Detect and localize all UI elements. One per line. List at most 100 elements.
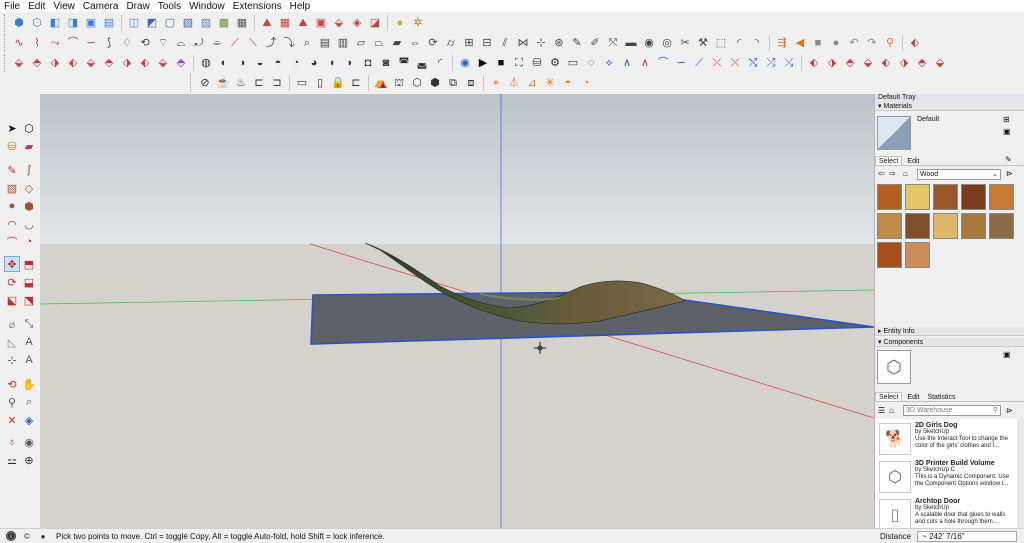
tab-select[interactable]: Select bbox=[875, 156, 903, 165]
material-swatch[interactable] bbox=[961, 213, 986, 239]
box-stretch-icon[interactable]: ▥ bbox=[335, 35, 351, 51]
material-swatch[interactable] bbox=[877, 184, 902, 210]
vray-spot-icon[interactable]: ◜ bbox=[432, 55, 448, 71]
material-swatch[interactable] bbox=[961, 184, 986, 210]
back-edges-icon[interactable]: ◩ bbox=[144, 15, 160, 31]
diag-tool-icon[interactable]: ⤭ bbox=[745, 55, 761, 71]
geo-location-icon[interactable]: ● bbox=[392, 15, 408, 31]
paint-bucket-icon[interactable]: ⛁ bbox=[529, 55, 545, 71]
push-pull-icon[interactable]: ⬒ bbox=[21, 256, 37, 272]
teapot-icon[interactable]: ☕ bbox=[215, 75, 231, 91]
curve-tool-icon[interactable]: ∽ bbox=[673, 55, 689, 71]
material-swatch[interactable] bbox=[933, 184, 958, 210]
component-list-scrollbar[interactable] bbox=[1017, 419, 1024, 528]
toolbar-grip[interactable] bbox=[190, 74, 193, 92]
section-icon[interactable]: ⊏ bbox=[251, 75, 267, 91]
inflate-icon[interactable]: ◉ bbox=[641, 35, 657, 51]
3d-text-tool-icon[interactable]: A bbox=[21, 352, 37, 368]
monochrome-icon[interactable]: ▦ bbox=[234, 15, 250, 31]
vray-sphere-icon[interactable]: ◗ bbox=[342, 55, 358, 71]
top-view-icon[interactable]: ⬡ bbox=[29, 15, 45, 31]
stretch-icon[interactable]: ⇔ bbox=[407, 35, 423, 51]
details-menu-icon[interactable]: ⊳ bbox=[1006, 406, 1013, 415]
layer-red-icon[interactable]: ⬗ bbox=[824, 55, 840, 71]
plugin-e-icon[interactable]: ⬙ bbox=[83, 55, 99, 71]
vray-dome-icon[interactable]: ◙ bbox=[378, 55, 394, 71]
pencil-tool-icon[interactable]: ⟋ bbox=[691, 55, 707, 71]
polyline-icon[interactable]: ⌇ bbox=[29, 35, 45, 51]
radial-bend-icon[interactable]: ⌕ bbox=[299, 35, 315, 51]
skin-icon[interactable]: ⌓ bbox=[173, 35, 189, 51]
menu-file[interactable]: File bbox=[4, 1, 20, 12]
polygon-icon[interactable]: ⬢ bbox=[21, 198, 37, 214]
paint-bucket-icon[interactable]: ⛁ bbox=[4, 138, 20, 154]
menu-draw[interactable]: Draw bbox=[126, 1, 149, 12]
artisan-paint-icon[interactable]: ✎ bbox=[569, 35, 585, 51]
plugin-g-icon[interactable]: ⬗ bbox=[119, 55, 135, 71]
cross-tool-icon[interactable]: ⤬ bbox=[727, 55, 743, 71]
soft-select-icon[interactable]: ⊛ bbox=[551, 35, 567, 51]
entity-info-header[interactable]: ▸ Entity Info bbox=[875, 327, 1024, 336]
flip-edge-icon[interactable]: ◪ bbox=[367, 15, 383, 31]
walkthrough-icon[interactable]: ⚲ bbox=[882, 35, 898, 51]
frame-buffer-icon[interactable]: ▭ bbox=[565, 55, 581, 71]
menu-view[interactable]: View bbox=[53, 1, 75, 12]
shaded-icon[interactable]: ▨ bbox=[198, 15, 214, 31]
credits-icon[interactable]: © bbox=[22, 531, 32, 541]
default-material-icon[interactable]: ▣ bbox=[1003, 127, 1013, 137]
material-swatch[interactable] bbox=[933, 213, 958, 239]
bevel-icon[interactable]: ◝ bbox=[749, 35, 765, 51]
3d-text-icon[interactable]: ⬖ bbox=[806, 55, 822, 71]
pan-hand-icon[interactable]: ✋ bbox=[21, 376, 37, 392]
position-camera-icon[interactable]: ♁ bbox=[4, 434, 20, 450]
flatten-icon[interactable]: ▬ bbox=[623, 35, 639, 51]
select-tool-icon[interactable]: ➤ bbox=[4, 120, 20, 136]
material-swatch[interactable] bbox=[877, 242, 902, 268]
divider-icon[interactable]: ♢ bbox=[119, 35, 135, 51]
material-swatch[interactable] bbox=[905, 242, 930, 268]
shear-icon[interactable]: ▱ bbox=[353, 35, 369, 51]
drape-icon[interactable]: ⬙ bbox=[331, 15, 347, 31]
tube-icon[interactable]: ⌭ bbox=[443, 35, 459, 51]
look-around-icon[interactable]: ◉ bbox=[21, 434, 37, 450]
layer-manager-icon[interactable]: ⧉ bbox=[445, 75, 461, 91]
chrome-ball-icon[interactable]: ◉ bbox=[457, 55, 473, 71]
planar-shear-icon[interactable]: ▰ bbox=[389, 35, 405, 51]
spline-icon[interactable]: ⤳ bbox=[47, 35, 63, 51]
flip-tool-icon[interactable]: ⌒ bbox=[655, 55, 671, 71]
plugin-j-icon[interactable]: ⬘ bbox=[173, 55, 189, 71]
twist-icon[interactable]: ⤵ bbox=[281, 35, 297, 51]
location-icon[interactable]: ⊿ bbox=[524, 75, 540, 91]
bezier-curve-icon[interactable]: ∿ bbox=[11, 35, 27, 51]
vray-options-icon[interactable]: ◑ bbox=[234, 55, 250, 71]
knife-icon[interactable]: ⫽ bbox=[497, 35, 513, 51]
list-item[interactable]: ▯ Archtop Door by SketchUp A scalable do… bbox=[879, 498, 1017, 528]
lock-open-icon[interactable]: ⊏ bbox=[348, 75, 364, 91]
plugin-d-icon[interactable]: ⬖ bbox=[65, 55, 81, 71]
comp-tab-select[interactable]: Select bbox=[875, 392, 903, 401]
render-region-icon[interactable]: ⛶ bbox=[511, 55, 527, 71]
forward-arrow-icon[interactable]: ⇨ bbox=[889, 169, 896, 178]
menu-help[interactable]: Help bbox=[290, 1, 311, 12]
tab-edit[interactable]: Edit bbox=[904, 157, 922, 166]
wireframe-icon[interactable]: ▢ bbox=[162, 15, 178, 31]
tape-measure-icon[interactable]: ⌀ bbox=[4, 316, 20, 332]
edit-curve-icon[interactable]: ⟍ bbox=[245, 35, 261, 51]
rotated-rectangle-icon[interactable]: ◇ bbox=[21, 180, 37, 196]
component-details-icon[interactable]: ▣ bbox=[1003, 350, 1013, 360]
zoom-icon[interactable]: ⚲ bbox=[4, 394, 20, 410]
circle-icon[interactable]: ● bbox=[4, 198, 20, 214]
vray-omni-icon[interactable]: ◛ bbox=[414, 55, 430, 71]
text-icon[interactable]: A bbox=[21, 334, 37, 350]
list-item[interactable]: ⬡ 3D Printer Build Volume by SketchUp C … bbox=[879, 460, 1017, 496]
orbit-icon[interactable]: ⟲ bbox=[4, 376, 20, 392]
view-options-icon[interactable]: ☰ bbox=[878, 406, 885, 415]
sun-icon[interactable]: ✳ bbox=[542, 75, 558, 91]
crease-icon[interactable]: ⋈ bbox=[515, 35, 531, 51]
layer-d-icon[interactable]: ⬖ bbox=[878, 55, 894, 71]
relax-icon[interactable]: ◎ bbox=[659, 35, 675, 51]
shaded-textures-icon[interactable]: ▩ bbox=[216, 15, 232, 31]
plugin-c-icon[interactable]: ⬗ bbox=[47, 55, 63, 71]
left-view-icon[interactable]: ▤ bbox=[101, 15, 117, 31]
fredo-edit-icon[interactable]: ✂ bbox=[677, 35, 693, 51]
